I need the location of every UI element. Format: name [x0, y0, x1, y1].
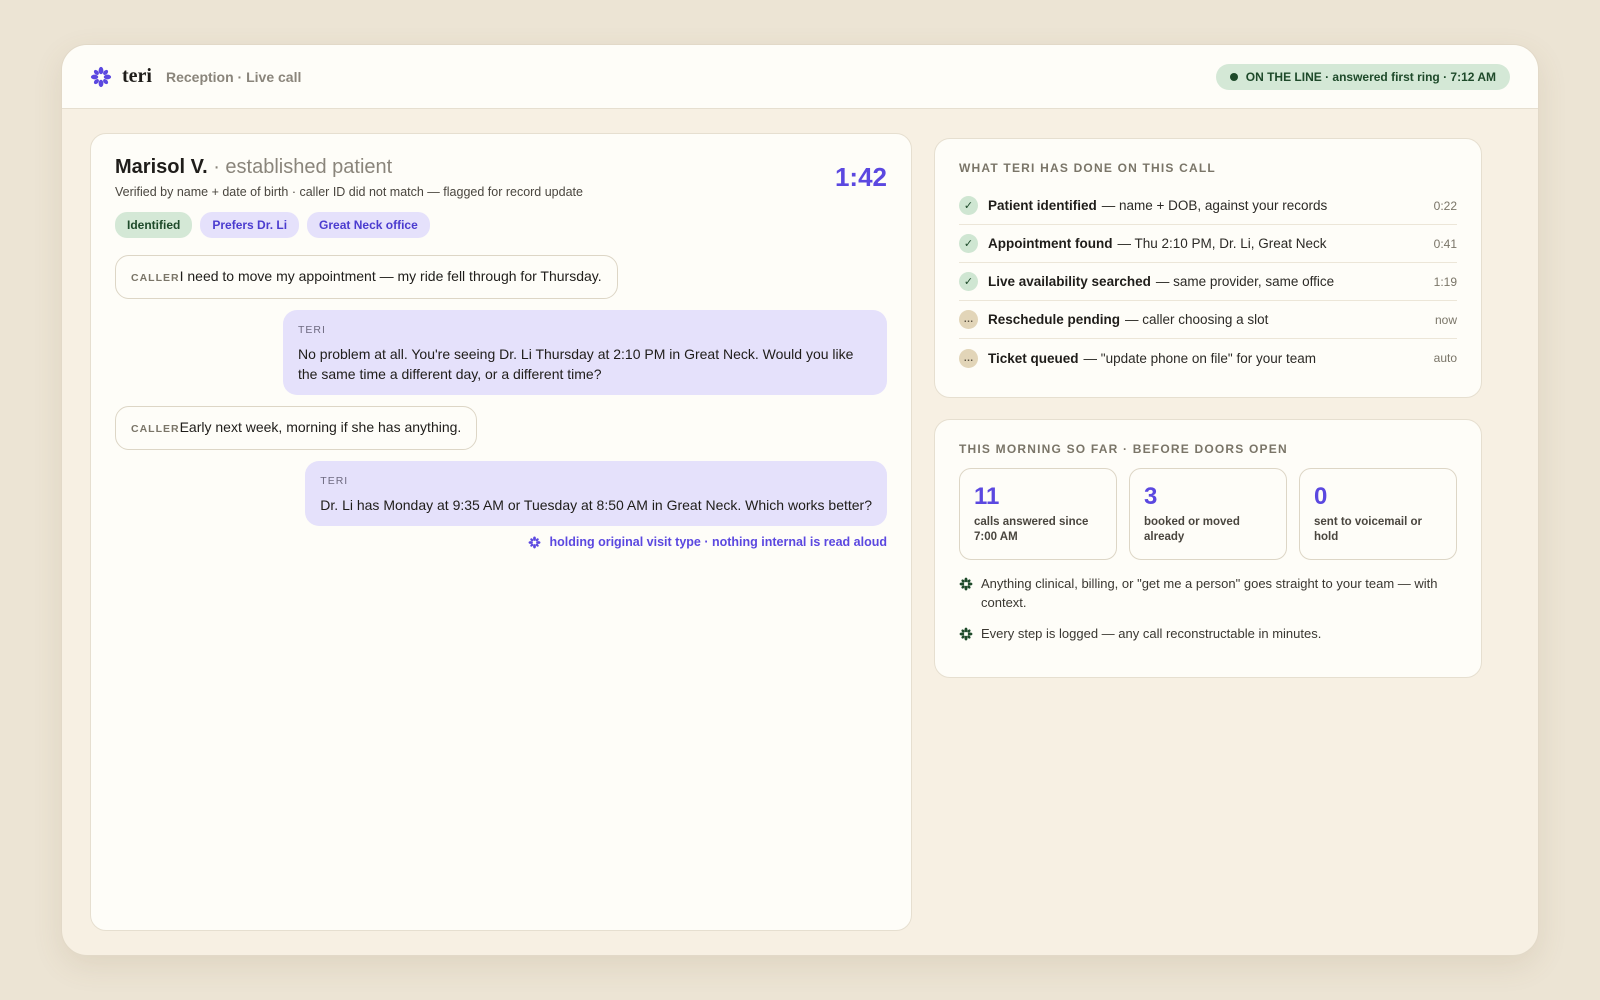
sparkle-icon [528, 536, 541, 549]
app-window: teri Reception · Live call ON THE LINE ·… [61, 44, 1539, 956]
caller-name: Marisol V. [115, 156, 208, 178]
transcript-message-teri: TERI No problem at all. You're seeing Dr… [283, 310, 887, 395]
transcript-message-caller: CALLER I need to move my appointment — my… [115, 255, 618, 299]
transcript-message-caller: CALLER Early next week, morning if she ha… [115, 406, 478, 450]
morning-summary-card: THIS MORNING SO FAR · BEFORE DOORS OPEN … [934, 419, 1482, 678]
action-step: ✓ Patient identified — name + DOB, again… [959, 187, 1457, 225]
step-time: 0:41 [1433, 236, 1457, 251]
check-icon: ✓ [959, 196, 978, 215]
step-title: Reschedule pending [988, 312, 1121, 327]
card-title: WHAT TERI HAS DONE ON THIS CALL [959, 161, 1216, 175]
action-step: ✓ Appointment found — Thu 2:10 PM, Dr. L… [959, 225, 1457, 263]
tag-provider-preference: Prefers Dr. Li [200, 212, 300, 238]
call-status-badge: ON THE LINE · answered first ring · 7:12… [1215, 63, 1510, 90]
step-title: Ticket queued [988, 350, 1079, 366]
step-time: 0:22 [1433, 198, 1457, 213]
step-detail: — caller choosing a slot [1125, 312, 1269, 327]
call-status-text: ON THE LINE · answered first ring · 7:12… [1245, 69, 1496, 84]
speaker-label: TERI [298, 324, 326, 336]
stat-label: sent to voicemail or hold [1314, 516, 1423, 543]
hold-note-text: holding original visit type · nothing in… [549, 535, 887, 549]
caller-tags: Identified Prefers Dr. Li Great Neck off… [115, 212, 887, 238]
speaker-label: TERI [320, 475, 349, 487]
action-step: … Reschedule pending — caller choosing a… [959, 301, 1457, 339]
step-title: Appointment found [988, 236, 1113, 251]
step-title: Patient identified [988, 198, 1097, 213]
note-text: Anything clinical, billing, or "get me a… [981, 576, 1438, 610]
stats-row: 11 calls answered since 7:00 AM 3 booked… [959, 468, 1457, 560]
brand: teri Reception · Live call [90, 65, 301, 88]
step-time: 1:19 [1433, 274, 1457, 289]
live-call-panel: Marisol V. · established patient Verifie… [90, 133, 912, 931]
speaker-label: CALLER [131, 272, 180, 284]
caller-heading: Marisol V. · established patient [115, 156, 583, 179]
step-title: Live availability searched [988, 274, 1151, 289]
top-bar: teri Reception · Live call ON THE LINE ·… [62, 45, 1538, 109]
action-steps: ✓ Patient identified — name + DOB, again… [959, 187, 1457, 377]
check-icon: ✓ [959, 234, 978, 253]
step-time: now [1434, 312, 1457, 327]
message-text: Early next week, morning if she has anyt… [179, 419, 462, 435]
sparkle-icon [959, 577, 973, 591]
call-timer: 1:42 [834, 162, 887, 192]
card-title: THIS MORNING SO FAR · BEFORE DOORS OPEN [959, 442, 1288, 456]
stat-calls-answered: 11 calls answered since 7:00 AM [959, 468, 1117, 560]
action-step: ✓ Live availability searched — same prov… [959, 263, 1457, 301]
message-text: No problem at all. You're seeing Dr. Li … [298, 346, 854, 382]
caller-type: · established patient [207, 156, 393, 178]
check-icon: ✓ [959, 272, 978, 291]
hold-note: holding original visit type · nothing in… [528, 535, 887, 549]
sparkle-icon [959, 627, 973, 641]
step-detail: — name + DOB, against your records [1101, 198, 1328, 213]
stat-value: 0 [1314, 483, 1328, 510]
tag-office: Great Neck office [307, 212, 430, 238]
teri-logo-icon [90, 66, 112, 88]
call-transcript: CALLER I need to move my appointment — my… [115, 255, 887, 549]
step-detail: — Thu 2:10 PM, Dr. Li, Great Neck [1117, 236, 1327, 251]
stat-booked: 3 booked or moved already [1129, 468, 1287, 560]
call-actions-card: WHAT TERI HAS DONE ON THIS CALL ✓ Patien… [934, 138, 1482, 398]
step-time: auto [1433, 351, 1457, 365]
speaker-label: CALLER [131, 423, 180, 435]
note-item: Anything clinical, billing, or "get me a… [959, 574, 1457, 612]
pending-icon: … [959, 348, 978, 368]
message-text: I need to move my appointment — my ride … [179, 268, 602, 284]
status-dot-icon [1229, 72, 1238, 81]
step-detail: — same provider, same office [1155, 274, 1335, 289]
pending-icon: … [959, 310, 978, 329]
message-text: Dr. Li has Monday at 9:35 AM or Tuesday … [320, 497, 872, 513]
call-header: Marisol V. · established patient Verifie… [115, 156, 887, 199]
stat-value: 11 [974, 483, 1000, 510]
note-item: Every step is logged — any call reconstr… [959, 624, 1457, 643]
stat-label: calls answered since 7:00 AM [974, 516, 1089, 543]
tag-identified: Identified [115, 212, 193, 238]
stat-label: booked or moved already [1144, 516, 1240, 543]
notes-list: Anything clinical, billing, or "get me a… [959, 574, 1457, 643]
stat-voicemail: 0 sent to voicemail or hold [1299, 468, 1457, 560]
transcript-message-teri: TERI Dr. Li has Monday at 9:35 AM or Tue… [305, 461, 887, 526]
step-detail: — "update phone on file" for your team [1083, 350, 1317, 366]
note-text: Every step is logged — any call reconstr… [981, 626, 1322, 641]
verification-note: Verified by name + date of birth · calle… [115, 185, 583, 199]
brand-name: teri [122, 65, 152, 87]
page-context: Reception · Live call [165, 68, 302, 85]
stat-value: 3 [1144, 483, 1158, 510]
action-step: … Ticket queued — "update phone on file"… [959, 339, 1457, 377]
